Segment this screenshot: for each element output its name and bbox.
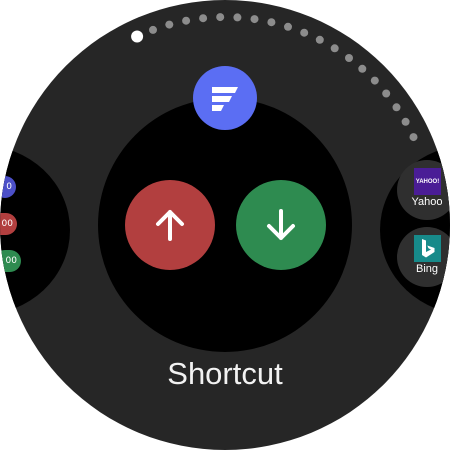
page-dot bbox=[199, 14, 208, 23]
page-dot bbox=[267, 18, 276, 27]
page-dot bbox=[382, 89, 391, 98]
page-dot bbox=[315, 35, 324, 44]
yahoo-shortcut[interactable]: YAHOO! Yahoo bbox=[397, 160, 450, 220]
app-logo-glyph bbox=[212, 87, 238, 111]
page-dot bbox=[330, 44, 339, 53]
left-badge-green: 00 bbox=[0, 250, 21, 272]
arrow-down-button[interactable] bbox=[236, 180, 326, 270]
page-dot bbox=[345, 54, 353, 62]
bing-label: Bing bbox=[415, 263, 439, 275]
watch-screen: 0 00 00 YAHOO! Yahoo Bing Shortcut bbox=[0, 0, 450, 450]
arrow-up-icon bbox=[156, 210, 184, 241]
arrow-up-button[interactable] bbox=[125, 180, 215, 270]
page-dot bbox=[233, 13, 242, 22]
bing-logo-icon bbox=[414, 235, 441, 262]
page-title: Shortcut bbox=[167, 356, 283, 391]
bing-b-glyph bbox=[421, 238, 434, 257]
page-dot bbox=[216, 13, 225, 22]
yahoo-tile-text: YAHOO! bbox=[415, 178, 440, 185]
page-dot bbox=[409, 133, 418, 142]
page-dot bbox=[182, 16, 191, 25]
page-dot bbox=[165, 20, 174, 29]
page-dot bbox=[370, 76, 379, 85]
page-dot bbox=[250, 15, 259, 24]
page-dot bbox=[401, 117, 410, 126]
arrow-down-icon bbox=[267, 209, 295, 240]
yahoo-label: Yahoo bbox=[411, 196, 443, 208]
flow-logo-icon bbox=[193, 66, 257, 130]
page-dot-active bbox=[131, 30, 144, 43]
page-dot bbox=[358, 64, 367, 73]
page-dot bbox=[300, 28, 309, 37]
watch-face: 0 00 00 YAHOO! Yahoo Bing Shortcut bbox=[0, 0, 450, 450]
bing-shortcut[interactable]: Bing bbox=[397, 227, 450, 287]
page-dot bbox=[149, 25, 157, 34]
yahoo-logo-icon: YAHOO! bbox=[414, 168, 441, 195]
page-dot bbox=[284, 22, 292, 31]
page-dot bbox=[392, 103, 401, 112]
